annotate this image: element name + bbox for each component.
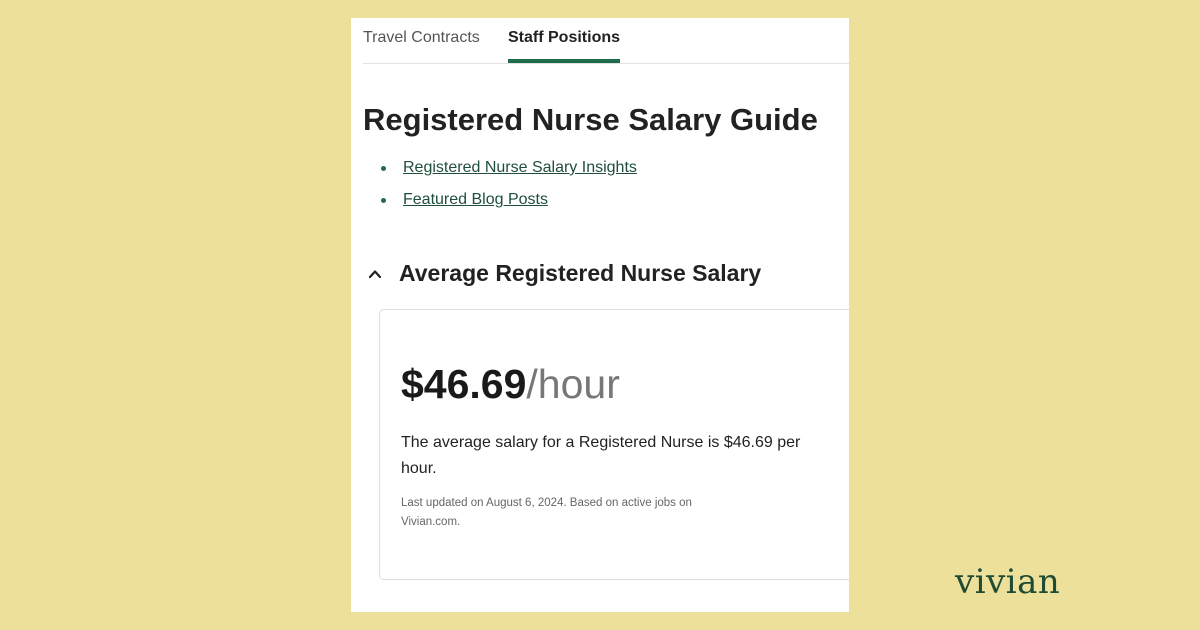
active-tab-indicator xyxy=(508,59,620,63)
salary-unit: /hour xyxy=(526,361,620,407)
salary-figure: $46.69/hour xyxy=(401,361,620,408)
chevron-up-icon xyxy=(368,269,382,278)
tab-bar: Travel Contracts Staff Positions xyxy=(363,18,849,64)
salary-amount: $46.69 xyxy=(401,361,527,407)
average-salary-accordion-header[interactable]: Average Registered Nurse Salary xyxy=(368,260,761,287)
content-panel: Travel Contracts Staff Positions Registe… xyxy=(351,18,849,612)
salary-card: $46.69/hour The average salary for a Reg… xyxy=(379,309,849,580)
bullet-icon xyxy=(381,198,386,203)
salary-description: The average salary for a Registered Nurs… xyxy=(401,434,801,477)
list-item: Registered Nurse Salary Insights xyxy=(381,159,637,191)
section-title: Average Registered Nurse Salary xyxy=(399,260,762,286)
anchor-link-list: Registered Nurse Salary Insights Feature… xyxy=(381,159,637,223)
salary-insights-link[interactable]: Registered Nurse Salary Insights xyxy=(403,159,637,176)
page-title: Registered Nurse Salary Guide xyxy=(363,102,818,137)
tab-staff-positions[interactable]: Staff Positions xyxy=(508,29,620,47)
featured-blog-posts-link[interactable]: Featured Blog Posts xyxy=(403,191,548,208)
last-updated-note: Last updated on August 6, 2024. Based on… xyxy=(401,497,692,528)
vivian-logo: vivian xyxy=(955,562,1061,602)
tab-travel-contracts[interactable]: Travel Contracts xyxy=(363,29,480,47)
list-item: Featured Blog Posts xyxy=(381,191,637,223)
bullet-icon xyxy=(381,166,386,171)
